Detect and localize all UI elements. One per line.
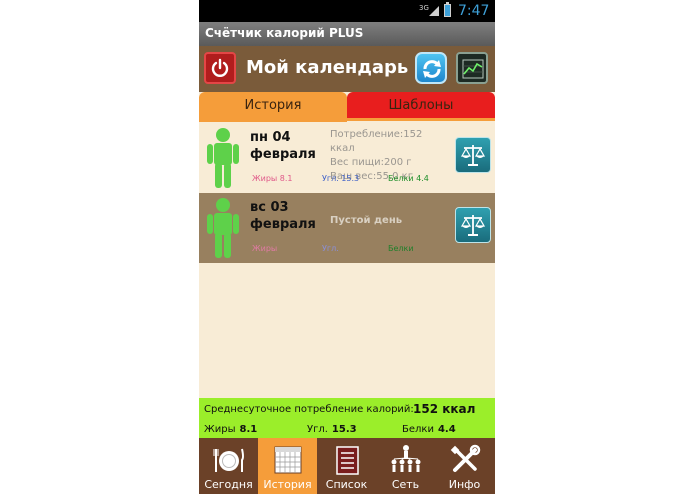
summary-protein-value: 4.4 bbox=[437, 424, 456, 435]
refresh-icon bbox=[423, 60, 441, 78]
person-icon bbox=[207, 198, 239, 258]
nav-list-label: Список bbox=[325, 478, 368, 491]
day-carbs: Угл. 15.3 bbox=[322, 174, 360, 183]
tools-icon bbox=[450, 444, 481, 472]
phone-screen: 3G 7:47 Счётчик калорий PLUS Мой календа… bbox=[199, 0, 495, 494]
app-title-bar: Счётчик калорий PLUS bbox=[199, 22, 495, 46]
status-bar: 3G 7:47 bbox=[199, 0, 495, 22]
signal-icon bbox=[429, 6, 439, 16]
weight-scale-button[interactable] bbox=[455, 207, 491, 243]
nav-today-label: Сегодня bbox=[204, 478, 253, 491]
nav-today[interactable]: Сегодня bbox=[199, 438, 258, 494]
day-empty-label: Пустой день bbox=[330, 215, 403, 226]
list-icon bbox=[336, 446, 359, 475]
nav-history[interactable]: История bbox=[258, 438, 317, 494]
day-protein: Белки 4.4 bbox=[388, 174, 429, 183]
summary-protein-label: Белки bbox=[402, 424, 434, 435]
day-fat: Жиры 8.1 bbox=[252, 174, 293, 183]
daily-average-summary: Среднесуточное потребление калорий: 152 … bbox=[199, 398, 495, 438]
day-food-weight: Вес пищи:200 г bbox=[330, 157, 412, 168]
plate-icon bbox=[213, 448, 244, 472]
weight-scale-button[interactable] bbox=[455, 137, 491, 173]
summary-fat: Жиры 8.1 bbox=[204, 424, 257, 435]
balance-scale-icon bbox=[461, 145, 485, 166]
summary-carbs-label: Угл. bbox=[307, 424, 328, 435]
battery-icon bbox=[444, 4, 451, 17]
day-date: вс 03 февраля bbox=[250, 199, 330, 233]
person-icon bbox=[207, 128, 239, 188]
day-date-month: февраля bbox=[250, 217, 316, 232]
tab-templates[interactable]: Шаблоны bbox=[347, 92, 495, 119]
nav-info-label: Инфо bbox=[448, 478, 481, 491]
nav-history-label: История bbox=[263, 478, 312, 491]
power-button[interactable] bbox=[204, 52, 236, 84]
sync-button[interactable] bbox=[415, 52, 447, 84]
calendar-icon bbox=[274, 446, 302, 474]
header-bar: Мой календарь bbox=[199, 46, 495, 92]
summary-protein: Белки 4.4 bbox=[402, 424, 456, 435]
nav-network[interactable]: Сеть bbox=[376, 438, 435, 494]
day-list-item[interactable]: пн 04 февраля Потребление:152 ккал Вес п… bbox=[199, 123, 495, 193]
day-date-weekday: вс 03 bbox=[250, 200, 289, 215]
status-time: 7:47 bbox=[458, 3, 490, 19]
day-info: Пустой день bbox=[330, 214, 450, 228]
summary-carbs: Угл. 15.3 bbox=[307, 424, 357, 435]
day-consumption: Потребление:152 ккал bbox=[330, 129, 423, 154]
line-chart-icon bbox=[462, 59, 484, 79]
nav-network-label: Сеть bbox=[391, 478, 420, 491]
app-title: Счётчик калорий PLUS bbox=[205, 26, 364, 40]
balance-scale-icon bbox=[461, 215, 485, 236]
day-fat: Жиры bbox=[252, 244, 278, 253]
nav-info[interactable]: Инфо bbox=[435, 438, 495, 494]
bottom-navigation: Сегодня История Список Сеть Инфо bbox=[199, 438, 495, 494]
page-title: Мой календарь bbox=[246, 57, 409, 78]
summary-fat-label: Жиры bbox=[204, 424, 236, 435]
day-date-month: февраля bbox=[250, 147, 316, 162]
day-date-weekday: пн 04 bbox=[250, 130, 291, 145]
chart-button[interactable] bbox=[456, 52, 488, 84]
day-protein: Белки bbox=[388, 244, 414, 253]
network-icon bbox=[391, 445, 421, 472]
day-list-item[interactable]: вс 03 февраля Пустой день Жиры Угл. Белк… bbox=[199, 193, 495, 263]
tab-bar: История Шаблоны bbox=[199, 92, 495, 122]
tab-underline bbox=[199, 118, 495, 121]
day-carbs: Угл. bbox=[322, 244, 339, 253]
summary-fat-value: 8.1 bbox=[239, 424, 258, 435]
average-label: Среднесуточное потребление калорий: bbox=[204, 404, 414, 415]
day-date: пн 04 февраля bbox=[250, 129, 330, 163]
nav-list[interactable]: Список bbox=[317, 438, 376, 494]
power-icon bbox=[211, 58, 229, 77]
average-value: 152 ккал bbox=[413, 402, 476, 416]
network-type: 3G bbox=[419, 4, 429, 12]
summary-carbs-value: 15.3 bbox=[331, 424, 357, 435]
